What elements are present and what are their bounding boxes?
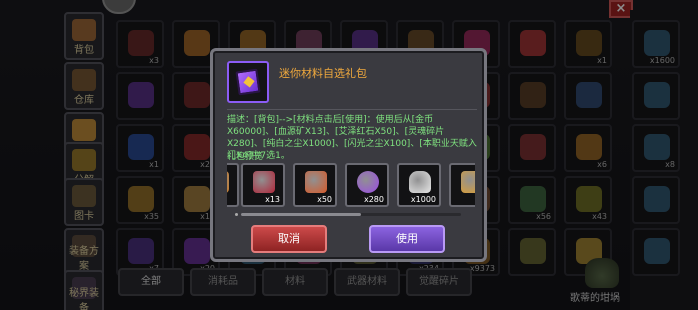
preview-item-icon <box>357 171 379 193</box>
preview-item-icon <box>305 171 327 193</box>
divider <box>227 109 477 110</box>
preview-item-icon <box>253 171 275 193</box>
preview-item[interactable]: x13 <box>241 163 285 207</box>
cancel-button[interactable]: 取消 <box>251 225 327 253</box>
item-title: 迷你材料自选礼包 <box>279 67 367 80</box>
preview-item-count: x13 <box>265 195 280 204</box>
preview-item[interactable]: x1000 <box>397 163 441 207</box>
preview-item-icon <box>461 171 475 193</box>
item-detail-dialog: 迷你材料自选礼包 描述：[背包]-->[材料点击后[使用]：使用后从[金币X60… <box>210 48 487 262</box>
gift-book-icon <box>235 68 261 96</box>
preview-item-icon <box>227 171 229 193</box>
item-icon-frame <box>227 61 269 103</box>
scroll-thumb[interactable] <box>241 213 361 216</box>
preview-scrollbar[interactable] <box>235 213 461 216</box>
preview-item-count: x50 <box>317 195 332 204</box>
use-button[interactable]: 使用 <box>369 225 445 253</box>
preview-label: 礼包预览 <box>227 152 264 162</box>
preview-item-row[interactable]: x13 x50 x280 x1000 <box>227 163 475 209</box>
preview-item[interactable]: x280 <box>345 163 389 207</box>
preview-item-count: x1000 <box>410 195 436 204</box>
preview-item[interactable]: x50 <box>293 163 337 207</box>
preview-item-count: x280 <box>363 195 384 204</box>
preview-item[interactable] <box>449 163 475 207</box>
preview-item[interactable] <box>227 163 239 207</box>
scroll-dot <box>235 213 238 216</box>
item-description: 描述：[背包]-->[材料点击后[使用]：使用后从[金币X60000]、[血源矿… <box>227 115 477 161</box>
preview-item-icon <box>409 171 431 193</box>
